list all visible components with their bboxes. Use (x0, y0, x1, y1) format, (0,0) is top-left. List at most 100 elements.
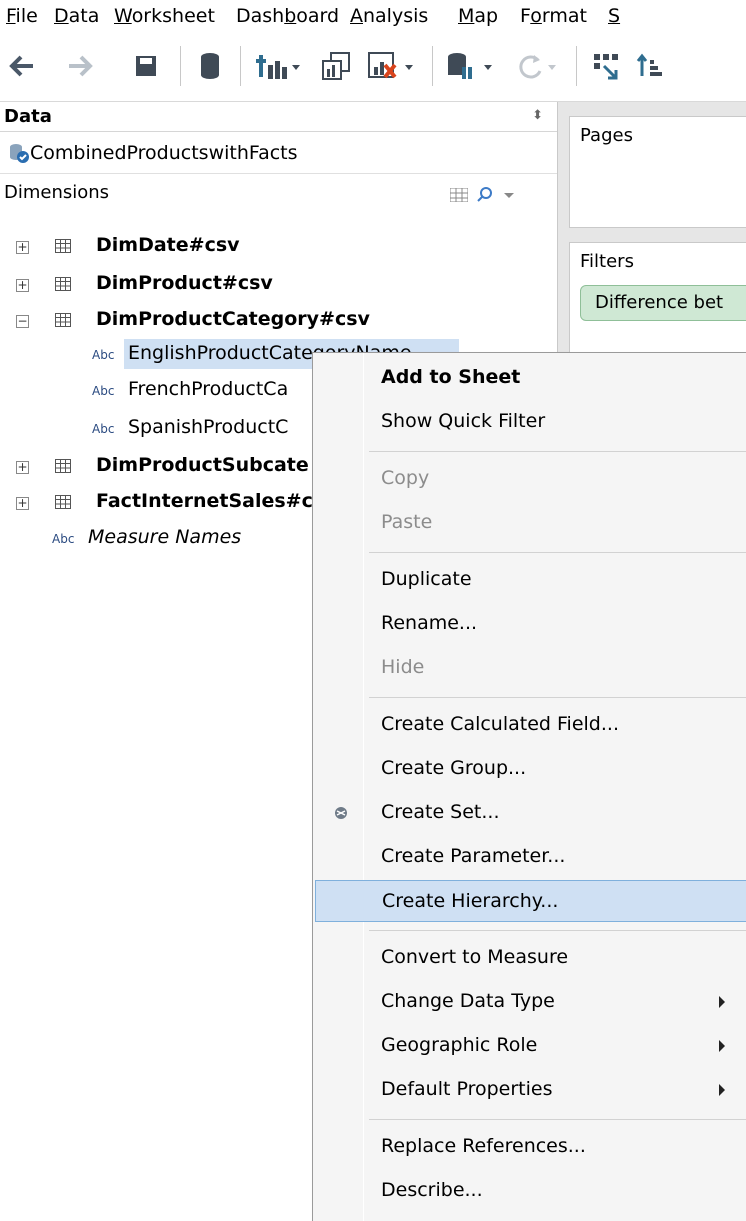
menu-item-replace-references[interactable]: Replace References... (315, 1126, 746, 1168)
menu-format[interactable]: Format (520, 4, 587, 28)
menu-item-label: Paste (381, 511, 433, 533)
menu-item-label: Duplicate (381, 568, 472, 590)
table-icon (55, 239, 71, 253)
menu-item-label: Geographic Role (381, 1034, 538, 1056)
set-icon (335, 807, 347, 819)
refresh-icon (519, 55, 556, 79)
menu-item-label: Create Set... (381, 801, 500, 823)
field-name: SpanishProductC (128, 416, 289, 438)
table-name: FactInternetSales#c (96, 490, 313, 512)
filter-pill[interactable]: Difference bet (580, 285, 746, 321)
menu-item-copy: Copy (315, 458, 746, 500)
menu-item-label: Replace References... (381, 1135, 586, 1157)
menu-map[interactable]: Map (458, 4, 498, 28)
data-source-menu-button[interactable] (442, 46, 500, 86)
menu-item-label: Show Quick Filter (381, 410, 546, 432)
menu-item-describe[interactable]: Describe... (315, 1170, 746, 1212)
data-pane-header: Data ⬍ (0, 102, 557, 132)
menu-file[interactable]: File (6, 4, 38, 28)
back-button[interactable] (4, 46, 40, 86)
menu-item-create-hierarchy[interactable]: Create Hierarchy... (315, 880, 746, 922)
menu-item-show-quick-filter[interactable]: Show Quick Filter (315, 401, 746, 443)
toolbar (0, 32, 746, 102)
pause-updates-icon (448, 53, 492, 79)
table-icon (55, 313, 71, 327)
search-icon[interactable] (476, 186, 494, 204)
clear-sheet-button[interactable] (362, 46, 422, 86)
menu-item-label: Describe... (381, 1179, 483, 1201)
new-worksheet-button[interactable] (250, 46, 308, 86)
menu-separator (369, 1119, 746, 1120)
field-name: Measure Names (88, 526, 242, 548)
forward-button[interactable] (62, 46, 98, 86)
menu-item-default-properties[interactable]: Default Properties (315, 1069, 746, 1111)
submenu-arrow-icon (719, 996, 725, 1008)
dimensions-header: Dimensions (0, 174, 557, 214)
save-icon (136, 56, 156, 76)
datasource-row[interactable]: CombinedProductswithFacts (0, 134, 557, 174)
sort-ascending-button[interactable] (632, 46, 668, 86)
menu-item-label: Create Parameter... (381, 845, 566, 867)
new-datasource-button[interactable] (192, 46, 228, 86)
menu-data[interactable]: Data (54, 4, 99, 28)
string-type-icon: Abc (92, 348, 115, 362)
tree-table-row[interactable]: + DimProduct#csv (0, 268, 557, 302)
menu-separator (369, 930, 746, 931)
menu-item-paste: Paste (315, 502, 746, 544)
duplicate-sheet-button[interactable] (318, 46, 354, 86)
tree-table-row[interactable]: − DimProductCategory#csv (0, 304, 557, 338)
data-pane-title: Data (4, 106, 52, 127)
pane-menu-icon[interactable]: ⬍ (532, 108, 543, 123)
menu-item-label: Hide (381, 656, 425, 678)
table-icon (55, 495, 71, 509)
menu-item-create-set[interactable]: Create Set... (315, 792, 746, 834)
collapse-icon[interactable]: − (16, 315, 29, 328)
refresh-button[interactable] (514, 46, 562, 86)
expand-icon[interactable]: + (16, 241, 29, 254)
menu-dashboard[interactable]: Dashboard (236, 4, 339, 28)
expand-icon[interactable]: + (16, 461, 29, 474)
forward-arrow-icon (69, 55, 93, 77)
expand-icon[interactable]: + (16, 497, 29, 510)
filter-pill-label: Difference bet (595, 292, 724, 313)
datasource-name: CombinedProductswithFacts (30, 142, 298, 164)
filters-shelf-title: Filters (580, 251, 634, 272)
menu-separator (369, 451, 746, 452)
menu-item-label: Rename... (381, 612, 478, 634)
menu-server[interactable]: S (608, 4, 620, 28)
dimensions-title: Dimensions (4, 182, 110, 203)
menu-item-create-parameter[interactable]: Create Parameter... (315, 836, 746, 878)
menu-item-label: Convert to Measure (381, 946, 569, 968)
menu-analysis[interactable]: Analysis (350, 4, 428, 28)
expand-icon[interactable]: + (16, 279, 29, 292)
menu-item-geographic-role[interactable]: Geographic Role (315, 1025, 746, 1067)
menu-worksheet[interactable]: Worksheet (114, 4, 215, 28)
swap-rows-columns-icon (594, 54, 618, 80)
menu-item-change-data-type[interactable]: Change Data Type (315, 981, 746, 1023)
menu-separator (369, 697, 746, 698)
table-icon (55, 459, 71, 473)
view-options-icon[interactable] (450, 188, 468, 202)
menu-item-label: Change Data Type (381, 990, 555, 1012)
menu-item-label: Create Group... (381, 757, 527, 779)
table-name: DimDate#csv (96, 234, 240, 256)
tree-table-row[interactable]: + DimDate#csv (0, 230, 557, 264)
string-type-icon: Abc (52, 532, 75, 546)
menu-item-add-to-sheet[interactable]: Add to Sheet (315, 357, 746, 399)
save-button[interactable] (128, 46, 164, 86)
new-worksheet-icon (256, 55, 300, 79)
swap-button[interactable] (588, 46, 624, 86)
menu-item-label: Copy (381, 467, 430, 489)
chevron-down-icon[interactable] (502, 190, 516, 200)
pages-shelf[interactable]: Pages (569, 116, 746, 228)
menu-item-duplicate[interactable]: Duplicate (315, 559, 746, 601)
string-type-icon: Abc (92, 384, 115, 398)
table-name: DimProductCategory#csv (96, 308, 370, 330)
table-name: DimProduct#csv (96, 272, 273, 294)
menu-item-rename[interactable]: Rename... (315, 603, 746, 645)
menu-item-create-group[interactable]: Create Group... (315, 748, 746, 790)
menu-item-convert-to-measure[interactable]: Convert to Measure (315, 937, 746, 979)
menu-separator (369, 552, 746, 553)
menu-item-create-calculated-field[interactable]: Create Calculated Field... (315, 704, 746, 746)
menu-item-label: Create Hierarchy... (382, 890, 559, 912)
